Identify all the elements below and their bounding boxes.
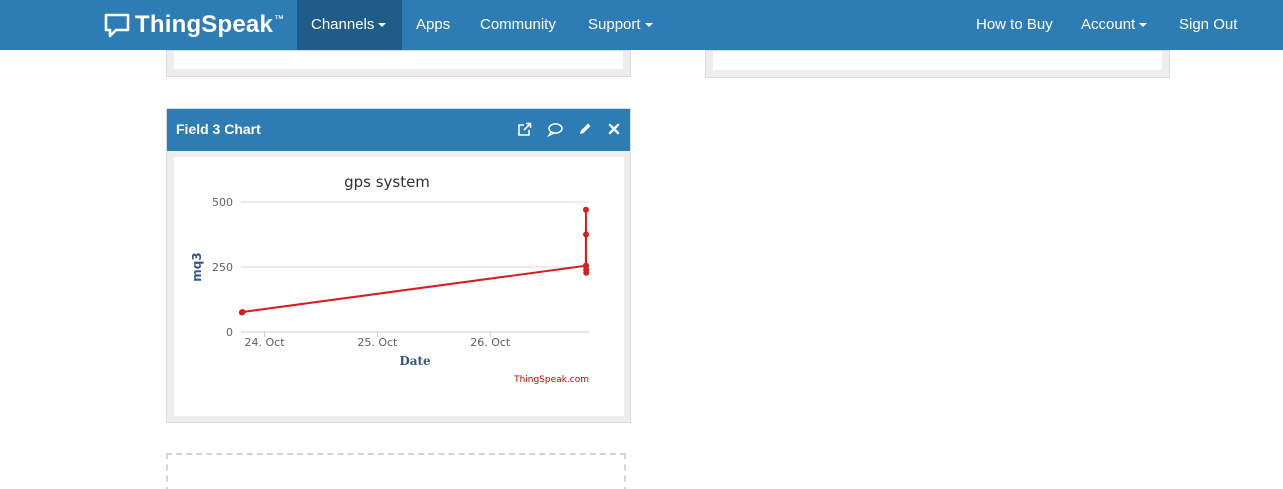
speech-bubble-icon	[104, 13, 130, 38]
nav-apps[interactable]: Apps	[402, 0, 464, 50]
caret-down-icon	[1139, 23, 1148, 28]
nav-how-to-buy[interactable]: How to Buy	[962, 0, 1067, 50]
nav-account-label: Account	[1081, 16, 1136, 33]
y-tick-label: 250	[212, 261, 233, 274]
nav-apps-label: Apps	[416, 16, 451, 33]
brand-trademark: ™	[274, 13, 285, 25]
comment-icon[interactable]	[546, 120, 564, 138]
x-tick-label: 26. Oct	[470, 336, 511, 349]
data-point[interactable]	[583, 269, 590, 276]
external-link-icon[interactable]	[515, 120, 533, 138]
chart-xlabel: Date	[399, 354, 431, 368]
nav-account[interactable]: Account	[1067, 0, 1161, 50]
brand-name: ThingSpeak	[135, 11, 274, 38]
brand-logo[interactable]: ThingSpeak ™	[104, 10, 284, 40]
nav-community-label: Community	[480, 16, 556, 33]
panel-fragment-left-body	[174, 51, 623, 69]
nav-how-to-buy-label: How to Buy	[976, 16, 1053, 33]
nav-channels[interactable]: Channels	[297, 0, 402, 50]
empty-panel-placeholder	[166, 453, 626, 489]
data-point[interactable]	[239, 308, 246, 315]
nav-channels-label: Channels	[311, 16, 375, 33]
caret-down-icon	[378, 23, 387, 28]
top-navbar: ThingSpeak ™ Channels Apps Community Sup…	[0, 0, 1283, 50]
chart-body: gps system 0 250 500 24. Oct 25. Oct 26. Oct …	[174, 157, 624, 416]
data-point[interactable]	[583, 231, 590, 238]
panel-fragment-right	[705, 50, 1170, 78]
chart-panel-header: Field 3 Chart	[167, 109, 630, 151]
field3-chart-panel: Field 3 Chart gps system 0 250 500 24. O…	[166, 108, 631, 423]
nav-sign-out[interactable]: Sign Out	[1165, 0, 1251, 50]
nav-community[interactable]: Community	[466, 0, 570, 50]
y-tick-label: 0	[226, 326, 233, 339]
chart-ylabel: mq3	[190, 252, 204, 281]
pencil-icon[interactable]	[576, 120, 594, 138]
series-line	[241, 209, 588, 314]
nav-support-label: Support	[588, 16, 641, 33]
data-point[interactable]	[582, 206, 589, 213]
close-icon[interactable]	[605, 120, 623, 138]
panel-fragment-right-body	[713, 51, 1162, 70]
chart-title: gps system	[344, 173, 430, 191]
chart-panel-title: Field 3 Chart	[176, 121, 261, 137]
line-chart: gps system 025050024. Oct 25. Oct 26. Oct …	[190, 173, 590, 385]
y-tick-label: 500	[212, 196, 233, 209]
caret-down-icon	[644, 23, 653, 28]
chart-credit[interactable]: ThingSpeak.com	[513, 375, 589, 385]
nav-support[interactable]: Support	[574, 0, 667, 50]
x-tick-label: 24. Oct	[245, 336, 286, 349]
x-tick-label: 25. Oct	[357, 336, 398, 349]
panel-fragment-left	[166, 50, 631, 77]
nav-sign-out-label: Sign Out	[1179, 16, 1238, 33]
